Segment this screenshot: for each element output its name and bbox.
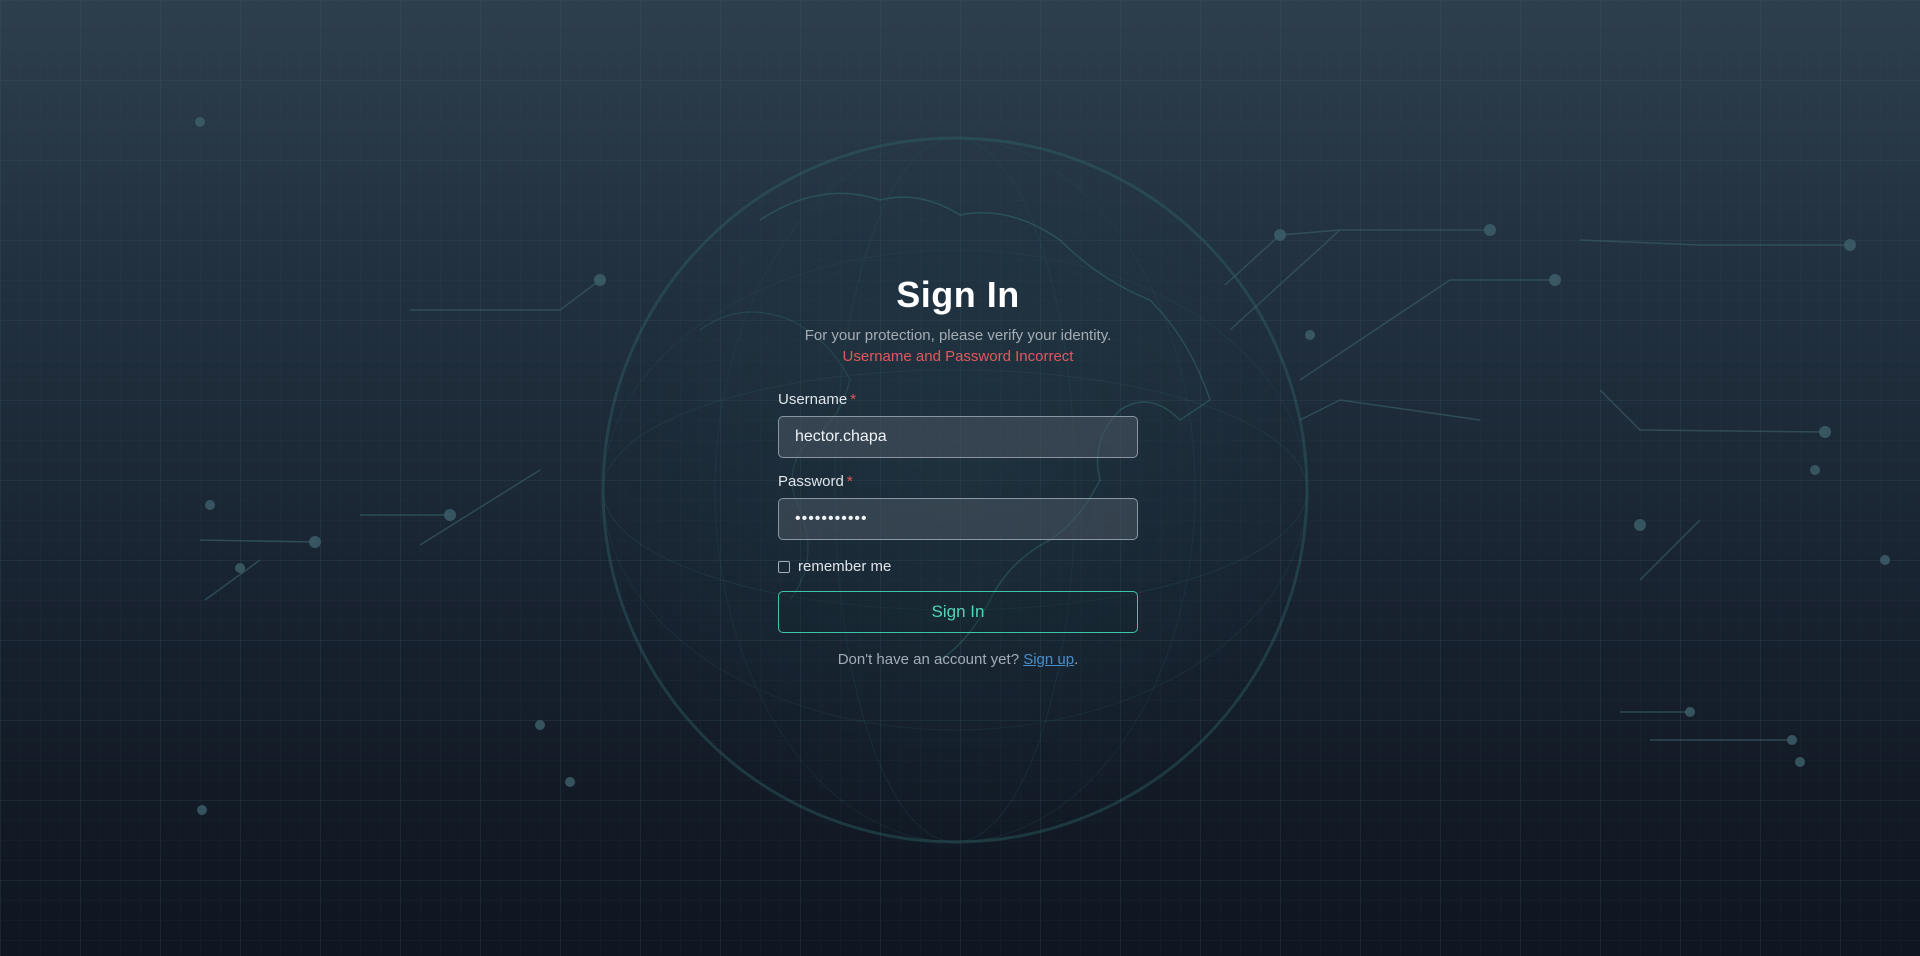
remember-me-checkbox[interactable] <box>778 560 790 573</box>
username-input[interactable] <box>778 416 1138 458</box>
username-label: Username * <box>778 390 1138 410</box>
identity-verification-message: For your protection, please verify your … <box>804 327 1112 344</box>
signup-prompt-text: Don't have an account yet? <box>837 651 1020 668</box>
required-marker: * <box>846 473 853 490</box>
remember-me-label[interactable]: remember me <box>798 558 891 575</box>
login-error-message: Username and Password Incorrect <box>842 348 1074 365</box>
signup-prompt-suffix: . <box>1074 651 1079 668</box>
page-title: Sign In <box>896 274 1020 315</box>
password-label-text: Password <box>778 473 844 490</box>
remember-me-row: remember me <box>778 558 1138 575</box>
required-marker: * <box>850 391 857 408</box>
sign-in-button[interactable]: Sign In <box>778 591 1138 633</box>
password-label: Password * <box>778 472 1138 492</box>
username-label-text: Username <box>778 391 848 408</box>
password-input[interactable] <box>778 498 1138 540</box>
sign-up-link[interactable]: Sign up <box>1023 651 1074 668</box>
sign-in-card: Sign In For your protection, please veri… <box>778 268 1138 668</box>
signup-prompt: Don't have an account yet? Sign up. <box>778 651 1138 668</box>
